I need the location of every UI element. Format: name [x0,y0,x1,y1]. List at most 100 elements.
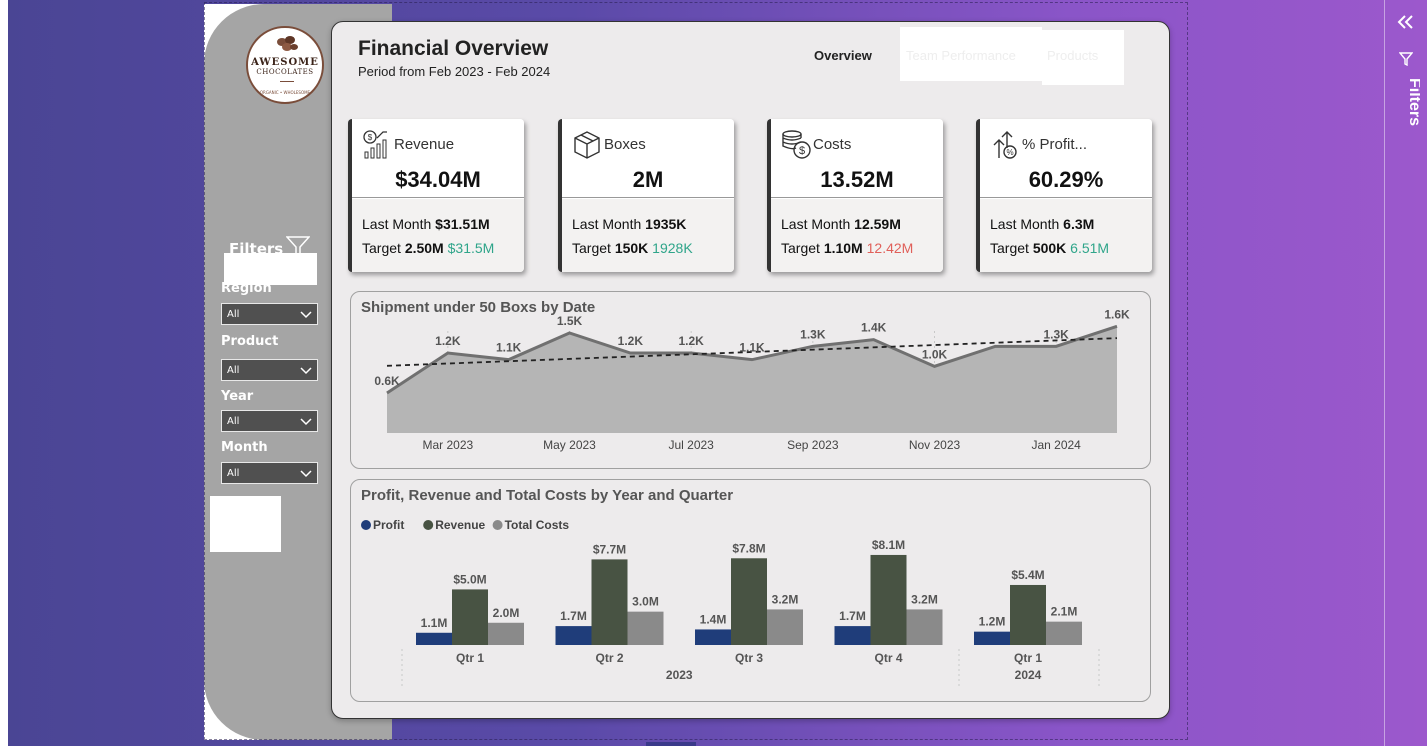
bar [627,611,664,645]
month-dropdown[interactable]: All [221,462,318,484]
kpi-target-label: Target [572,240,611,256]
year-dropdown[interactable]: All [221,410,318,432]
chevron-down-icon [300,470,312,478]
chevron-down-icon [300,418,312,426]
kpi-delta: $31.5M [447,240,495,256]
x-tick-label: Qtr 2 [595,651,623,665]
data-label: 1.5K [557,314,583,328]
page-scroll-indicator [646,742,696,746]
month-label: Month [221,440,268,455]
tab-team-performance[interactable]: Team Performance [906,48,1016,63]
kpi-value: 60.29% [1028,167,1104,192]
kpi-last-month-label: Last Month [362,216,432,232]
data-label: 1.6K [1104,307,1130,321]
kpi-last-month: 1935K [645,216,687,232]
logo-divider [280,81,294,82]
x-tick-label: Qtr 4 [874,651,902,665]
bar [416,632,452,645]
x-tick-label: Mar 2023 [422,438,473,452]
year-label: Year [221,389,254,404]
product-dropdown[interactable]: All [221,359,318,381]
data-label: 1.0K [922,347,948,361]
svg-text:Filters: Filters [1406,78,1420,126]
kpi-target-label: Target [781,240,820,256]
x-tick-label: Qtr 1 [456,651,484,665]
data-label: 1.2K [618,334,644,348]
data-label: 3.2M [911,592,938,606]
bar [1010,584,1046,645]
filters-pane-collapsed[interactable]: Filters [1384,0,1427,746]
data-label: 1.2K [435,334,461,348]
data-label: $5.4M [1011,568,1044,582]
kpi-target: 2.50M [404,240,444,256]
x-tick-label: May 2023 [543,438,596,452]
box-icon [574,131,600,159]
kpi-name: Boxes [604,136,646,153]
bar [870,554,907,645]
legend-label: Total Costs [505,518,570,532]
kpi-name: % Profit... [1022,136,1088,153]
data-label: 1.3K [800,327,826,341]
shipment-area-chart: 0.6K 1.2K 1.1K 1.5K 1.2K 1.2K 1.1K 1.3K 1.4K 1.0K… [374,307,1130,452]
x-tick-label: Qtr 3 [735,651,763,665]
svg-text:$: $ [368,133,373,142]
data-label: 1.1K [496,341,522,355]
kpi-value: 13.52M [820,167,894,192]
x-tick-label: Nov 2023 [909,438,961,452]
filters-pane-label: Filters [1406,78,1420,126]
year-value: All [227,416,240,427]
kpi-target: 1.10M [823,240,863,256]
x-tick-label: Sep 2023 [787,438,839,452]
data-label: 2.0M [493,606,520,620]
bar [731,558,767,645]
chevron-down-icon [300,367,312,375]
quarter-bar-chart: Profit Revenue Total Costs 1.1M $5.0M 2.0M Qtr… [361,518,1100,689]
kpi-card-boxes: Boxes 2M Last Month 1935K Target 150K 19… [558,119,734,272]
bar [695,629,731,645]
clear-filters-button[interactable] [210,496,281,552]
kpi-foot [771,199,943,272]
region-label: Region [221,281,272,296]
logo-line-1: AWESOME [251,57,319,68]
kpi-last-month-label: Last Month [781,216,851,232]
data-label: 3.0M [632,595,659,609]
bar [906,609,943,645]
kpi-target: 500K [1032,240,1067,256]
double-chevron-left-icon[interactable] [1396,12,1416,32]
data-label: 1.2K [678,334,704,348]
data-label: 0.6K [374,374,400,388]
bar [1046,621,1082,645]
data-label: 1.1M [421,616,448,630]
kpi-foot [562,199,734,272]
kpi-name: Costs [813,136,852,153]
kpi-target: 150K [614,240,649,256]
chevron-down-icon [300,311,312,319]
kpi-card-revenue: $ Revenue $34.04M Last Month $31.51M Tar… [348,119,524,272]
tab-overview[interactable]: Overview [814,48,872,63]
bar [555,626,592,645]
kpi-name: Revenue [394,136,455,153]
kpi-delta: 12.42M [866,240,914,256]
x-tick-label: Jul 2023 [668,438,714,452]
legend-label: Revenue [435,518,485,532]
tab-products[interactable]: Products [1047,48,1098,63]
legend-marker [361,520,371,530]
data-label: 2.1M [1051,605,1078,619]
region-dropdown[interactable]: All [221,303,318,325]
data-label: $7.8M [732,541,765,555]
x-tick-label: Qtr 1 [1014,651,1042,665]
bar [834,626,871,645]
kpi-target-label: Target [990,240,1029,256]
bar [452,589,488,645]
svg-text:$: $ [799,145,805,157]
x-tick-label: Jan 2024 [1031,438,1081,452]
data-label: 1.7M [560,609,587,623]
product-value: All [227,365,240,376]
coins-icon: $ [782,130,811,159]
kpi-value: 2M [632,167,664,192]
filter-icon [1399,52,1413,66]
bar [591,559,628,645]
kpi-last-month: 6.3M [1063,216,1095,232]
data-label: 1.1K [739,341,765,355]
company-logo: AWESOME CHOCOLATES ORGANIC • WHOLESOME [246,26,324,104]
